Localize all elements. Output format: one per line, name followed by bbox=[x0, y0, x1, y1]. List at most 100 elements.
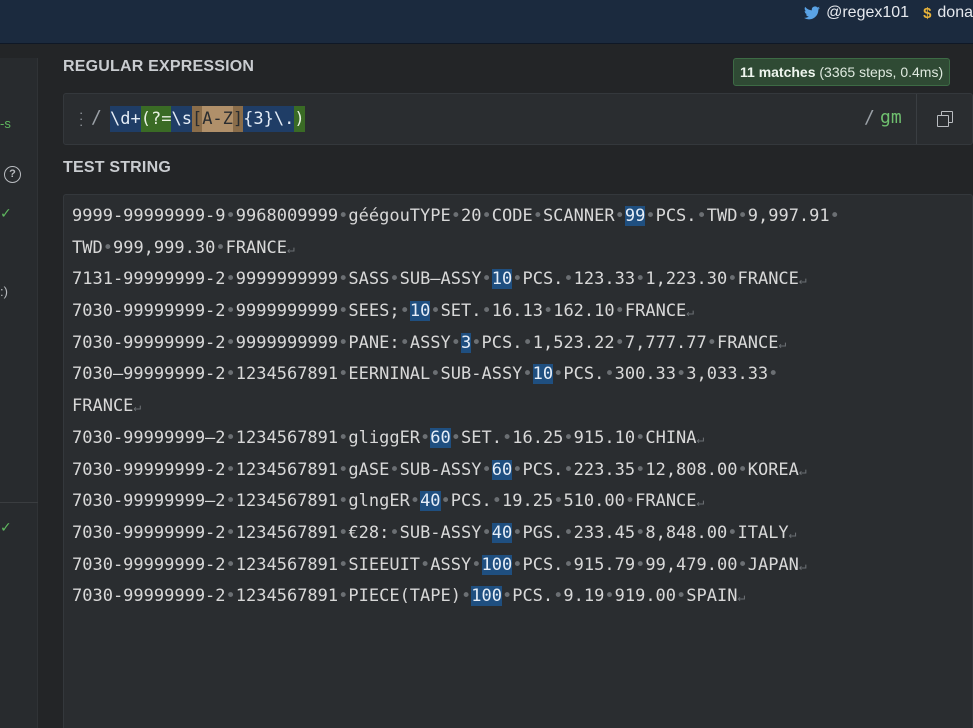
whitespace-marker: • bbox=[532, 206, 543, 226]
regex-token-quant: + bbox=[130, 106, 141, 132]
whitespace-marker: • bbox=[338, 554, 349, 575]
test-text: 12,808.00 bbox=[645, 459, 738, 480]
whitespace-marker: • bbox=[676, 586, 687, 607]
test-text: 1,523.22 bbox=[532, 332, 615, 353]
whitespace-marker: • bbox=[225, 332, 236, 353]
whitespace-marker: • bbox=[614, 206, 625, 226]
whitespace-marker: • bbox=[338, 491, 349, 512]
whitespace-marker: • bbox=[420, 427, 431, 448]
test-text: 9999999999 bbox=[235, 332, 339, 353]
regex-input[interactable]: \d+(?=\s[A-Z]{3}\.) bbox=[110, 106, 305, 132]
whitespace-marker: • bbox=[635, 554, 646, 575]
test-text: ASSY bbox=[409, 332, 451, 353]
whitespace-marker: • bbox=[338, 427, 349, 448]
test-text: SET. bbox=[461, 427, 502, 448]
test-string-section-title: TEST STRING bbox=[63, 159, 171, 176]
whitespace-marker: • bbox=[430, 301, 441, 322]
whitespace-marker: • bbox=[450, 332, 462, 353]
whitespace-marker: • bbox=[389, 522, 400, 543]
whitespace-marker: • bbox=[460, 586, 472, 607]
test-text: 7030-99999999—2 bbox=[72, 427, 226, 448]
sidebar-item-fragment[interactable]: :) bbox=[0, 284, 8, 299]
whitespace-marker: • bbox=[225, 269, 236, 290]
whitespace-marker: • bbox=[450, 206, 461, 226]
test-text: PCS. bbox=[522, 554, 564, 575]
test-text: SEES; bbox=[348, 301, 400, 322]
test-text: FRANCE bbox=[72, 396, 134, 417]
match-highlight: 10 bbox=[409, 301, 431, 322]
test-text: SIEEUIT bbox=[348, 554, 421, 575]
test-text: 1234567891 bbox=[235, 522, 339, 543]
whitespace-marker: • bbox=[225, 554, 236, 575]
test-text: 510.00 bbox=[563, 491, 625, 512]
sidebar-divider bbox=[0, 502, 38, 503]
test-line: 7131-99999999-2•9999999999•SASS•SUB—ASSY… bbox=[72, 264, 972, 296]
match-highlight: 40 bbox=[491, 522, 513, 543]
sidebar-flavor-item[interactable]: -s bbox=[0, 116, 11, 131]
help-icon[interactable]: ? bbox=[4, 166, 21, 183]
regex-token-esc: \d bbox=[110, 106, 131, 132]
test-string-editor[interactable]: 9999-99999999-9 • 9968009999 • géégouTYPE • 20… bbox=[63, 194, 973, 728]
test-string-content[interactable]: 9999-99999999-9 • 9968009999 • géégouTYPE • 20… bbox=[72, 201, 972, 613]
drag-handle-icon[interactable]: · · · bbox=[79, 106, 83, 131]
test-line: 7030-99999999-2•9999999999•SEES;•10•SET.… bbox=[72, 296, 972, 328]
test-text: FRANCE bbox=[737, 269, 799, 290]
test-line: 7030—99999999-2•1234567891•EERNINAL•SUB-… bbox=[72, 359, 972, 391]
test-line: 7030-99999999-2•1234567891•gASE•SUB-ASSY… bbox=[72, 455, 972, 487]
test-line: 7030-99999999-2•1234567891•€28:•SUB-ASSY… bbox=[72, 518, 972, 550]
copy-regex-button[interactable] bbox=[916, 94, 972, 144]
test-text: KOREA bbox=[747, 459, 799, 480]
check-icon-secondary[interactable]: ✓ bbox=[0, 519, 12, 536]
whitespace-marker: • bbox=[512, 554, 523, 575]
regex-token-esc: \. bbox=[273, 106, 295, 132]
regex-editor[interactable]: · · · / \d+(?=\s[A-Z]{3}\.) / gm bbox=[63, 93, 973, 145]
test-text: SUB—ASSY bbox=[399, 269, 482, 290]
test-text: 1234567891 bbox=[235, 459, 339, 480]
newline-marker: ↵ bbox=[696, 495, 705, 511]
twitter-icon bbox=[804, 6, 821, 20]
test-text: 9968009999 bbox=[235, 206, 339, 226]
test-text: PGS. bbox=[522, 522, 564, 543]
whitespace-marker: • bbox=[225, 491, 236, 512]
test-text: SPAIN bbox=[686, 586, 738, 607]
whitespace-marker: • bbox=[563, 554, 574, 575]
newline-marker: ↵ bbox=[696, 431, 705, 447]
header-links: @regex101 $ dona bbox=[804, 2, 973, 24]
test-text: PCS. bbox=[481, 332, 523, 353]
newline-marker: ↵ bbox=[133, 400, 142, 416]
test-text: 7030-99999999-2 bbox=[72, 459, 226, 480]
whitespace-marker: • bbox=[635, 269, 646, 290]
whitespace-marker: • bbox=[338, 269, 349, 290]
test-text: 9999-99999999-9 bbox=[72, 206, 226, 226]
whitespace-marker: • bbox=[829, 206, 840, 226]
whitespace-marker: • bbox=[102, 237, 113, 258]
test-text: 7030-99999999-2 bbox=[72, 522, 226, 543]
whitespace-marker: • bbox=[215, 237, 226, 258]
regex-token-esc: \s bbox=[171, 106, 192, 132]
whitespace-marker: • bbox=[225, 427, 236, 448]
test-line: FRANCE↵ bbox=[72, 391, 972, 423]
whitespace-marker: • bbox=[512, 459, 523, 480]
test-text: gASE bbox=[348, 459, 390, 480]
test-text: 7030-99999999-2 bbox=[72, 301, 226, 322]
whitespace-marker: • bbox=[522, 332, 533, 353]
whitespace-marker: • bbox=[338, 586, 349, 607]
test-text: 16.13 bbox=[491, 301, 543, 322]
twitter-link[interactable]: @regex101 bbox=[804, 4, 909, 22]
test-text: 99,479.00 bbox=[645, 554, 738, 575]
whitespace-marker: • bbox=[225, 586, 236, 607]
check-icon[interactable]: ✓ bbox=[0, 205, 12, 222]
test-text: PCS. bbox=[512, 586, 554, 607]
donate-link[interactable]: $ dona bbox=[923, 4, 973, 22]
whitespace-marker: • bbox=[737, 554, 748, 575]
test-text: SCANNER bbox=[542, 206, 615, 226]
whitespace-marker: • bbox=[338, 301, 349, 322]
whitespace-marker: • bbox=[420, 554, 431, 575]
whitespace-marker: • bbox=[553, 586, 564, 607]
test-line: 7030-99999999-2•1234567891•PIECE(TAPE)•1… bbox=[72, 581, 972, 613]
match-highlight: 40 bbox=[420, 491, 441, 512]
regex-flags[interactable]: gm bbox=[880, 107, 902, 128]
regex-token-look: ) bbox=[294, 106, 305, 132]
newline-marker: ↵ bbox=[798, 273, 807, 289]
whitespace-marker: • bbox=[389, 269, 400, 290]
